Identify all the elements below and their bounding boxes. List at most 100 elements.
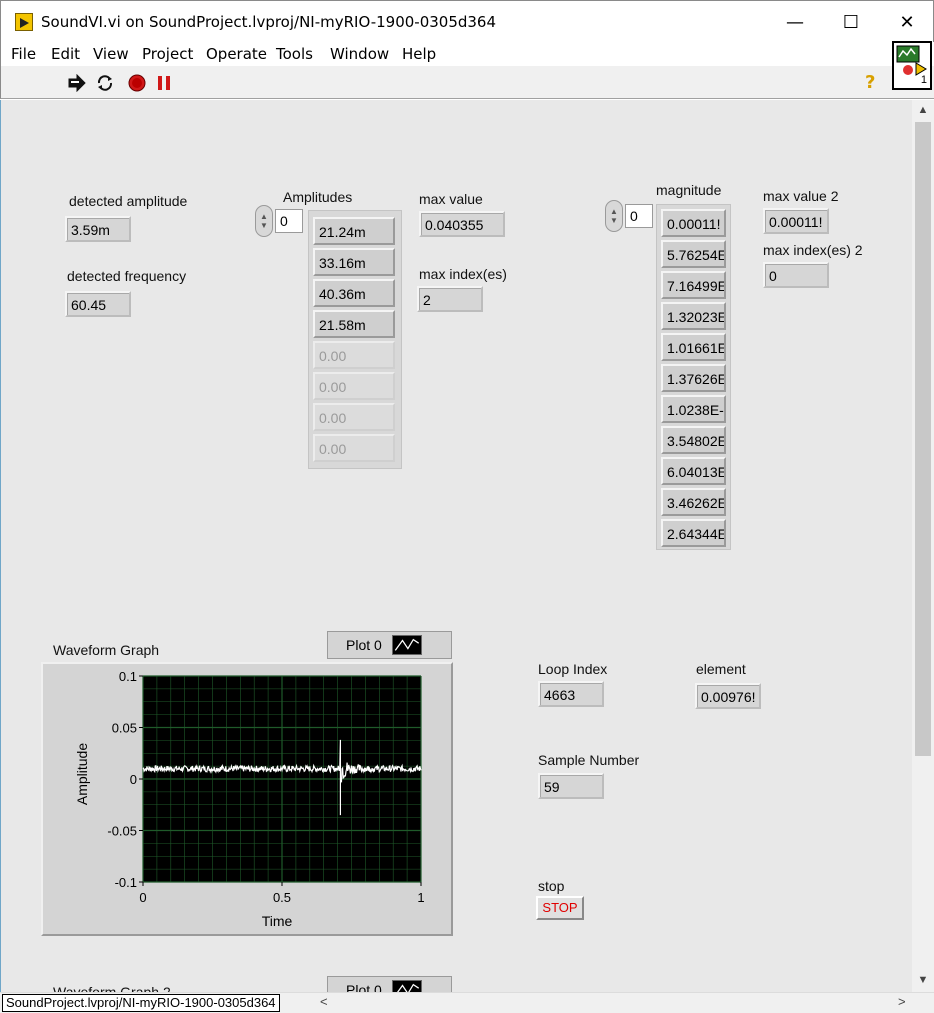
menu-file[interactable]: File	[11, 45, 36, 63]
minimize-button[interactable]: —	[767, 1, 823, 43]
stop-button[interactable]: STOP	[536, 896, 584, 920]
sample-number-indicator: 59	[538, 773, 604, 799]
max-value-2-label: max value 2	[763, 188, 839, 204]
pause-icon[interactable]	[155, 74, 175, 92]
menu-operate[interactable]: Operate	[206, 45, 267, 63]
scroll-right-icon[interactable]: >	[898, 994, 906, 1009]
vertical-scroll-thumb[interactable]	[915, 122, 931, 756]
stop-label: stop	[538, 878, 565, 894]
menu-bar: File Edit View Project Operate Tools Win…	[0, 42, 934, 66]
max-index-label: max index(es)	[419, 266, 507, 282]
amplitudes-element: 0.00	[313, 372, 395, 400]
title-bar: SoundVI.vi on SoundProject.lvproj/NI-myR…	[0, 0, 934, 42]
amplitudes-element: 0.00	[313, 434, 395, 462]
waveform-graph[interactable]: 0.1 0.05 0 -0.05 -0.1 0 0.5 1 Amplitude Time	[41, 662, 453, 936]
amplitudes-array: 21.24m 33.16m 40.36m 21.58m 0.00 0.00 0.…	[308, 210, 402, 469]
amplitudes-element: 0.00	[313, 403, 395, 431]
project-path: SoundProject.lvproj/NI-myRIO-1900-0305d3…	[2, 994, 280, 1012]
front-panel: detected amplitude 3.59m detected freque…	[0, 100, 912, 992]
maximize-button[interactable]: ☐	[823, 1, 879, 43]
y-tick-label: -0.1	[115, 875, 137, 890]
magnitude-element: 5.76254E	[661, 240, 726, 268]
magnitude-element: 7.16499E	[661, 271, 726, 299]
amplitudes-element: 21.24m	[313, 217, 395, 245]
max-index-2-indicator: 0	[763, 262, 829, 288]
magnitude-array: 0.00011! 5.76254E 7.16499E 1.32023E 1.01…	[656, 204, 731, 550]
magnitude-element: 2.64344E	[661, 519, 726, 547]
amplitudes-element: 40.36m	[313, 279, 395, 307]
x-tick-label: 1	[417, 890, 424, 905]
plot-line-icon	[391, 635, 422, 655]
vi-icon-number: 1	[920, 74, 927, 86]
run-continuously-icon[interactable]	[95, 74, 115, 92]
magnitude-element: 1.0238E-	[661, 395, 726, 423]
max-index-2-label: max index(es) 2	[763, 242, 863, 258]
waveform-plot: 0.1 0.05 0 -0.05 -0.1 0 0.5 1 Amplitude Time	[74, 669, 425, 929]
magnitude-element: 3.54802E	[661, 426, 726, 454]
waveform-graph-2-label: Waveform Graph 2	[53, 984, 171, 992]
magnitude-index-spinner[interactable]: ▲ ▼	[605, 200, 623, 232]
amplitudes-element: 33.16m	[313, 248, 395, 276]
waveform-graph-label: Waveform Graph	[53, 642, 160, 658]
y-tick-label: 0.1	[119, 669, 137, 684]
magnitude-element: 0.00011!	[661, 209, 726, 237]
max-value-2-indicator: 0.00011!	[763, 208, 829, 234]
loop-index-indicator: 4663	[538, 681, 604, 707]
max-index-indicator: 2	[417, 286, 483, 312]
detected-amplitude-indicator: 3.59m	[65, 216, 131, 242]
magnitude-element: 1.01661E	[661, 333, 726, 361]
detected-amplitude-label: detected amplitude	[69, 193, 188, 209]
element-indicator: 0.00976!	[695, 683, 761, 709]
magnitude-label: magnitude	[656, 182, 722, 198]
plot-legend[interactable]: Plot 0	[327, 631, 452, 659]
abort-icon[interactable]	[127, 74, 147, 92]
y-tick-label: -0.05	[107, 824, 137, 839]
max-value-indicator: 0.040355	[419, 211, 505, 237]
amplitudes-index-control[interactable]: ▲ ▼ 0	[255, 205, 303, 237]
amplitudes-index-spinner[interactable]: ▲ ▼	[255, 205, 273, 237]
max-value-label: max value	[419, 191, 483, 207]
amplitudes-element: 0.00	[313, 341, 395, 369]
menu-window[interactable]: Window	[330, 45, 389, 63]
element-label: element	[696, 661, 746, 677]
run-arrow-icon[interactable]	[67, 74, 87, 92]
horizontal-scrollbar[interactable]: SoundProject.lvproj/NI-myRIO-1900-0305d3…	[0, 992, 934, 1013]
plot-legend-2[interactable]: Plot 0	[327, 976, 452, 992]
menu-help[interactable]: Help	[402, 45, 436, 63]
scroll-left-icon[interactable]: <	[320, 994, 328, 1009]
x-tick-label: 0.5	[273, 890, 291, 905]
sample-number-label: Sample Number	[538, 752, 640, 768]
magnitude-index-control[interactable]: ▲ ▼ 0	[605, 200, 653, 232]
close-button[interactable]: ✕	[879, 1, 934, 43]
labview-app-icon	[15, 13, 33, 31]
amplitudes-element: 21.58m	[313, 310, 395, 338]
menu-tools[interactable]: Tools	[276, 45, 313, 63]
y-axis-label: Amplitude	[74, 743, 90, 805]
magnitude-index-value[interactable]: 0	[625, 204, 653, 228]
window-title: SoundVI.vi on SoundProject.lvproj/NI-myR…	[41, 13, 497, 31]
detected-frequency-label: detected frequency	[67, 268, 187, 284]
magnitude-element: 1.32023E	[661, 302, 726, 330]
y-tick-label: 0.05	[112, 721, 137, 736]
magnitude-element: 3.46262E	[661, 488, 726, 516]
loop-index-label: Loop Index	[538, 661, 608, 677]
plot-legend-name: Plot 0	[346, 637, 382, 653]
y-tick-label: 0	[130, 772, 137, 787]
vertical-scrollbar[interactable]: ▲ ▼	[912, 100, 934, 992]
scroll-down-icon[interactable]: ▼	[915, 974, 931, 986]
menu-view[interactable]: View	[93, 45, 129, 63]
menu-edit[interactable]: Edit	[51, 45, 80, 63]
detected-frequency-indicator: 60.45	[65, 291, 131, 317]
toolbar: ?	[0, 66, 934, 99]
x-axis-label: Time	[262, 913, 293, 929]
menu-project[interactable]: Project	[142, 45, 193, 63]
scroll-up-icon[interactable]: ▲	[915, 104, 931, 116]
amplitudes-label: Amplitudes	[283, 189, 353, 205]
plot-legend-2-name: Plot 0	[346, 982, 382, 992]
amplitudes-index-value[interactable]: 0	[275, 209, 303, 233]
magnitude-element: 6.04013E	[661, 457, 726, 485]
context-help-icon[interactable]: ?	[865, 72, 875, 93]
x-tick-label: 0	[139, 890, 146, 905]
vi-icon[interactable]: 1	[892, 41, 932, 90]
magnitude-element: 1.37626E	[661, 364, 726, 392]
